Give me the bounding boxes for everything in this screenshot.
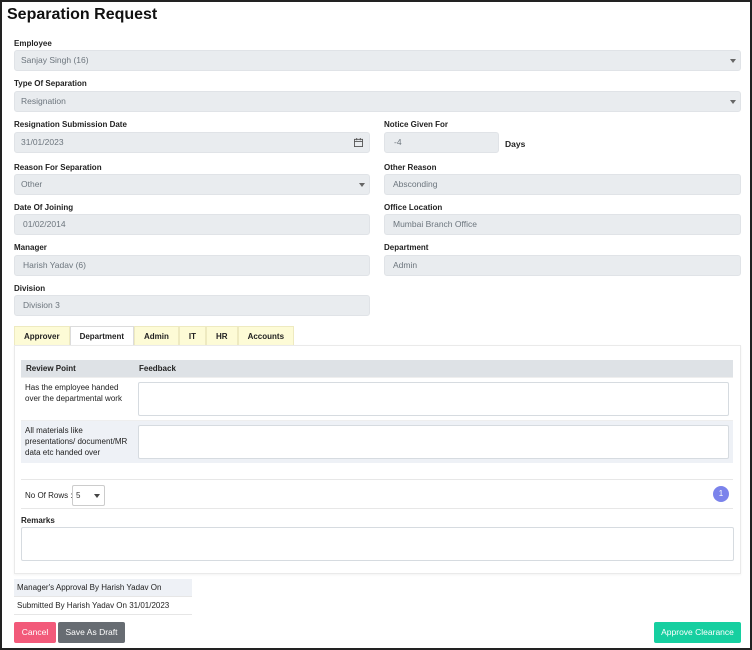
reason-select[interactable]: Other (14, 174, 370, 195)
tab-department[interactable]: Department (69, 326, 135, 346)
rows-per-page-value: 5 (76, 491, 81, 500)
review-point-cell: Has the employee handed over the departm… (21, 376, 134, 420)
department-field[interactable]: Admin (384, 255, 741, 276)
table-row: Has the employee handed over the departm… (21, 376, 733, 420)
date-of-joining-value: 01/02/2014 (23, 219, 66, 229)
tab-approver[interactable]: Approver (14, 326, 70, 346)
app-window: Separation Request Employee Sanjay Singh… (0, 0, 752, 650)
reason-value: Other (21, 179, 43, 189)
other-reason-value: Absconding (393, 179, 438, 189)
chevron-down-icon (730, 100, 736, 104)
tab-accounts[interactable]: Accounts (237, 326, 295, 346)
department-value: Admin (393, 260, 418, 270)
type-of-separation-label: Type Of Separation (14, 79, 87, 88)
date-of-joining-field[interactable]: 01/02/2014 (14, 214, 370, 235)
reason-label: Reason For Separation (14, 163, 102, 172)
remarks-label: Remarks (21, 516, 55, 525)
approve-clearance-button[interactable]: Approve Clearance (654, 622, 741, 643)
division-value: Division 3 (23, 300, 60, 310)
manager-label: Manager (14, 243, 47, 252)
feedback-input[interactable] (138, 424, 729, 459)
table-header-row: Review Point Feedback (21, 360, 733, 377)
rows-per-page-select[interactable]: 5 (72, 485, 105, 506)
submission-history-item: Submitted By Harish Yadav On 31/01/2023 (14, 597, 192, 615)
table-row: All materials like presentations/ docume… (21, 419, 733, 463)
employee-label: Employee (14, 39, 52, 48)
resignation-date-value: 31/01/2023 (21, 137, 64, 147)
clearance-tabs: Approver Department Admin IT HR Accounts (14, 326, 295, 346)
rows-per-page-label: No Of Rows : (25, 491, 73, 500)
cancel-button[interactable]: Cancel (14, 622, 56, 643)
tab-hr[interactable]: HR (206, 326, 238, 346)
division-label: Division (14, 284, 46, 293)
notice-given-value: -4 (394, 137, 402, 147)
employee-select[interactable]: Sanjay Singh (16) (14, 50, 741, 71)
tab-it[interactable]: IT (178, 326, 207, 346)
date-of-joining-label: Date Of Joining (14, 203, 74, 212)
department-tab-panel: Review Point Feedback Has the employee h… (14, 345, 741, 574)
feedback-cell (134, 419, 733, 463)
type-of-separation-select[interactable]: Resignation (14, 91, 741, 112)
office-location-value: Mumbai Branch Office (393, 219, 477, 229)
manager-field[interactable]: Harish Yadav (6) (14, 255, 370, 276)
notice-given-input[interactable]: -4 (384, 132, 499, 153)
save-as-draft-button[interactable]: Save As Draft (58, 622, 125, 643)
calendar-icon[interactable] (354, 138, 363, 147)
resignation-date-label: Resignation Submission Date (14, 120, 127, 129)
notice-given-label: Notice Given For (384, 120, 449, 129)
chevron-down-icon (730, 59, 736, 63)
employee-value: Sanjay Singh (16) (21, 55, 89, 65)
table-pagination: No Of Rows : 5 1 (21, 479, 733, 509)
office-location-field[interactable]: Mumbai Branch Office (384, 214, 741, 235)
column-header-feedback: Feedback (134, 360, 733, 377)
page-title: Separation Request (7, 6, 158, 23)
division-field[interactable]: Division 3 (14, 295, 370, 316)
approval-history-item: Manager's Approval By Harish Yadav On 31… (14, 579, 192, 610)
feedback-input[interactable] (138, 381, 729, 416)
feedback-cell (134, 376, 733, 420)
resignation-date-field[interactable]: 31/01/2023 (14, 132, 370, 153)
page-1-button[interactable]: 1 (713, 486, 729, 502)
remarks-textarea[interactable] (21, 527, 734, 561)
type-of-separation-value: Resignation (21, 96, 66, 106)
chevron-down-icon (94, 494, 100, 498)
tab-admin[interactable]: Admin (134, 326, 179, 346)
notice-unit-label: Days (505, 139, 526, 149)
review-point-cell: All materials like presentations/ docume… (21, 419, 134, 463)
department-label: Department (384, 243, 429, 252)
column-header-review-point: Review Point (21, 360, 134, 377)
other-reason-label: Other Reason (384, 163, 437, 172)
chevron-down-icon (359, 183, 365, 187)
office-location-label: Office Location (384, 203, 443, 212)
manager-value: Harish Yadav (6) (23, 260, 86, 270)
other-reason-input[interactable]: Absconding (384, 174, 741, 195)
review-table: Review Point Feedback Has the employee h… (21, 360, 733, 463)
